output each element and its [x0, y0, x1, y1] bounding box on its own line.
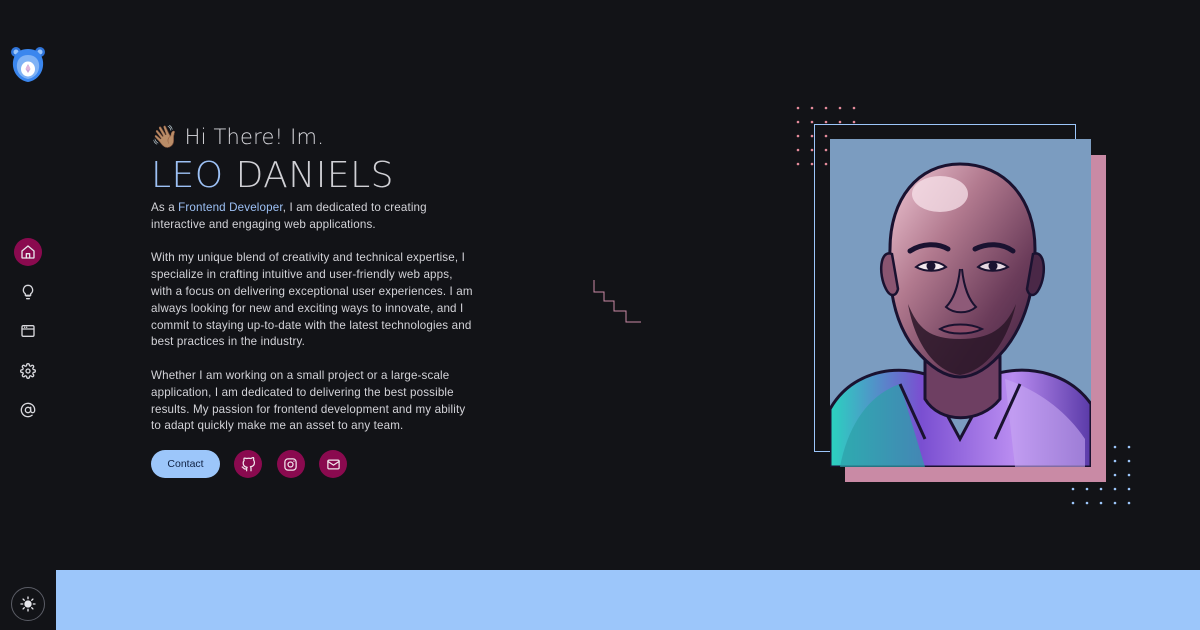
- theme-toggle-button[interactable]: [11, 587, 45, 621]
- github-link[interactable]: [234, 450, 262, 478]
- sidebar: [0, 0, 56, 630]
- sun-icon: [20, 596, 36, 612]
- home-icon: [21, 245, 35, 259]
- contact-button[interactable]: Contact: [151, 450, 220, 478]
- intro-before: As a: [151, 201, 179, 214]
- staircase-decoration: [593, 280, 641, 323]
- first-name: LEO: [151, 155, 224, 196]
- portrait-illustration: [830, 139, 1091, 467]
- bear-logo-icon[interactable]: [10, 45, 46, 83]
- nav-item-settings[interactable]: [14, 357, 42, 385]
- profile-portrait: [830, 139, 1091, 467]
- greeting-text: Hi There! Im.: [184, 125, 325, 149]
- closing-paragraph: Whether I am working on a small project …: [151, 368, 466, 433]
- greeting: 👋🏽 Hi There! Im.: [151, 122, 481, 152]
- gear-icon: [20, 362, 36, 379]
- browser-window-icon: [21, 325, 35, 337]
- nav-item-contact[interactable]: [14, 396, 42, 424]
- waving-hand-icon: 👋🏽: [151, 124, 179, 150]
- hero-section: 👋🏽 Hi There! Im. LEO DANIELS As a Fronte…: [151, 122, 481, 435]
- github-icon: [241, 456, 255, 471]
- next-section-band: [56, 570, 1200, 630]
- hero-actions: Contact: [151, 450, 347, 478]
- nav-item-projects[interactable]: [14, 317, 42, 345]
- page: 👋🏽 Hi There! Im. LEO DANIELS As a Fronte…: [0, 0, 1200, 630]
- mail-icon: [326, 459, 340, 469]
- instagram-icon: [284, 457, 297, 471]
- last-name: DANIELS: [235, 155, 395, 196]
- role-highlight: Frontend Developer: [178, 201, 283, 214]
- page-title: LEO DANIELS: [151, 154, 481, 200]
- instagram-link[interactable]: [276, 450, 305, 478]
- mail-link[interactable]: [319, 450, 347, 478]
- at-sign-icon: [20, 402, 36, 418]
- lightbulb-icon: [22, 284, 34, 299]
- bio-paragraph: With my unique blend of creativity and t…: [151, 251, 473, 349]
- nav-item-skills[interactable]: [14, 278, 42, 306]
- nav-item-home[interactable]: [14, 238, 42, 266]
- intro-paragraph: As a Frontend Developer, I am dedicated …: [151, 200, 476, 234]
- sidebar-nav: [14, 238, 42, 436]
